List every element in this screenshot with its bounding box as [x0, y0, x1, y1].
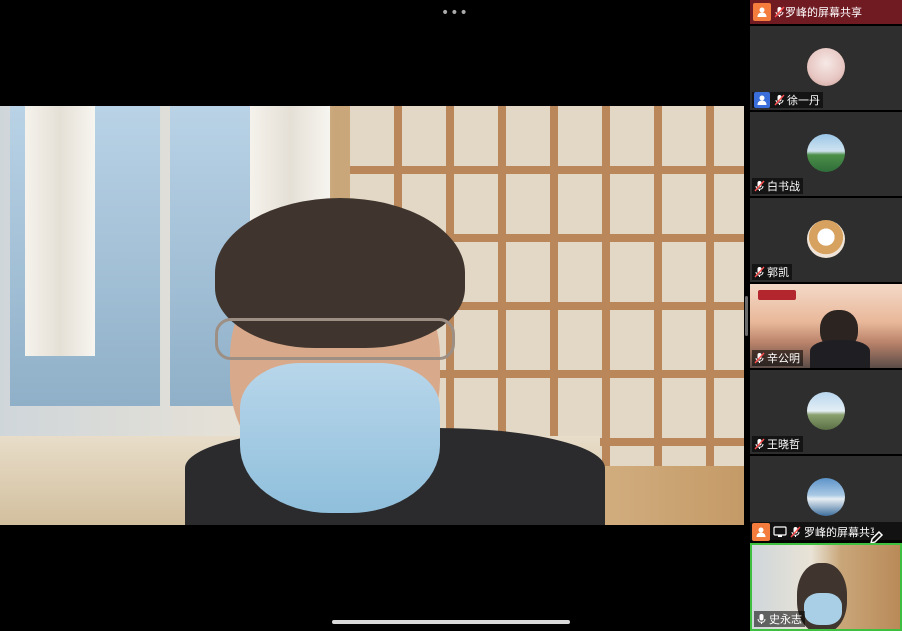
avatar — [807, 134, 845, 172]
participant-tile[interactable]: 郭凯 — [750, 198, 902, 282]
participant-sidebar: 罗峰的屏幕共享 徐一丹 白书战 郭凯 辛公明 王晓哲 罗峰的屏幕共享 史永志 — [750, 0, 902, 631]
participant-name: 史永志 — [769, 613, 802, 626]
mic-icon — [756, 613, 767, 625]
sidebar-resize-handle[interactable] — [745, 296, 748, 336]
avatar — [807, 478, 845, 516]
participant-name-tag: 郭凯 — [752, 264, 792, 280]
participant-name-tag: 辛公明 — [752, 350, 803, 366]
participant-tile[interactable]: 辛公明 — [750, 284, 902, 368]
person-icon — [754, 92, 770, 108]
avatar — [807, 48, 845, 86]
self-video-tile[interactable]: 史永志 — [750, 543, 902, 631]
mic-muted-icon — [754, 435, 765, 454]
person-icon — [753, 3, 771, 21]
screen-share-label: 罗峰的屏幕共享 — [804, 526, 874, 539]
participant-name-tag: 王晓哲 — [752, 436, 803, 452]
screen-share-banner[interactable]: 罗峰的屏幕共享 — [750, 0, 902, 24]
mic-muted-icon — [774, 91, 785, 110]
more-options-icon[interactable]: ••• — [441, 5, 469, 21]
share-banner-label: 罗峰的屏幕共享 — [785, 6, 862, 19]
participant-name: 白书战 — [767, 180, 800, 193]
speaker-figure — [185, 198, 605, 525]
active-speaker-video[interactable] — [0, 106, 744, 525]
participant-name: 辛公明 — [767, 352, 800, 365]
participant-name: 郭凯 — [767, 266, 789, 279]
screen-share-icon — [773, 526, 787, 538]
participant-tile[interactable]: 王晓哲 — [750, 370, 902, 454]
participant-tile[interactable]: 白书战 — [750, 112, 902, 196]
avatar — [807, 220, 845, 258]
home-indicator[interactable] — [332, 620, 570, 624]
participant-name-tag: 白书战 — [752, 178, 803, 194]
participant-name: 徐一丹 — [787, 94, 820, 107]
mic-muted-icon — [754, 263, 765, 282]
participant-name-tag: 史永志 — [754, 611, 805, 627]
main-stage: ••• — [0, 0, 750, 631]
participant-name: 王晓哲 — [767, 438, 800, 451]
avatar — [807, 392, 845, 430]
participant-tile[interactable]: 徐一丹 — [750, 26, 902, 110]
background-curtain — [25, 106, 95, 356]
mic-muted-icon — [754, 177, 765, 196]
mic-muted-icon — [754, 349, 765, 368]
mic-muted-icon — [774, 3, 785, 22]
mic-muted-icon — [790, 523, 801, 542]
participant-name-tag: 徐一丹 — [752, 92, 823, 108]
person-icon — [752, 523, 770, 541]
